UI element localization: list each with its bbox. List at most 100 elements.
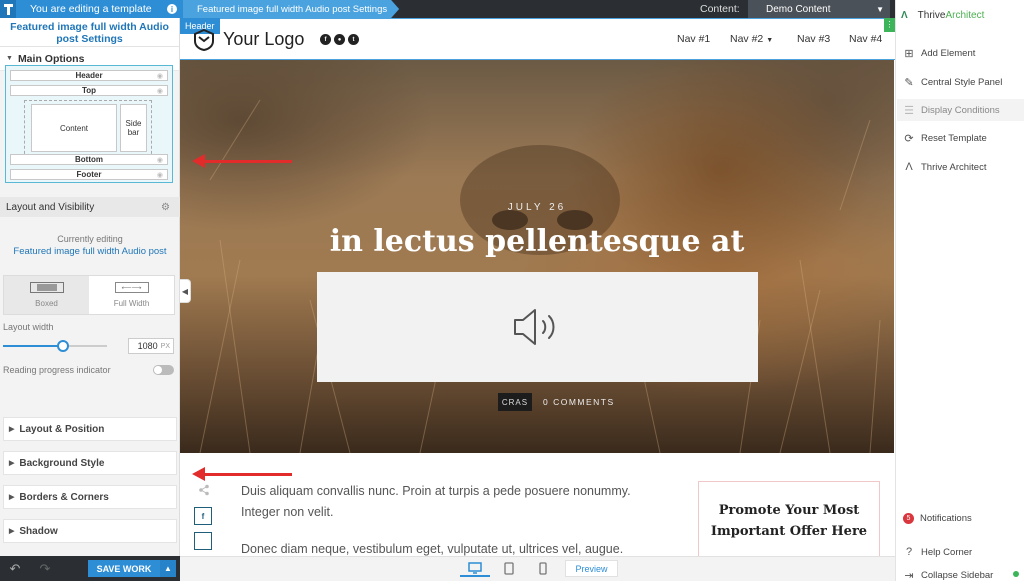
- layout-width-label: Layout width: [3, 322, 54, 332]
- save-options-chevron-icon[interactable]: ▲: [160, 560, 176, 577]
- layout-visibility-label: Layout and Visibility: [6, 201, 95, 213]
- layout-width-slider-handle[interactable]: [57, 340, 69, 352]
- post-title[interactable]: in lectus pellentesque at: [180, 224, 894, 259]
- boxed-inner-shape: [36, 284, 57, 291]
- caret-down-icon: ▼: [6, 55, 13, 62]
- section-label: Layout & Position: [19, 423, 105, 435]
- breadcrumb[interactable]: Featured image full width Audio post Set…: [183, 0, 399, 18]
- add-element-button[interactable]: ⊞ Add Element: [897, 42, 1024, 64]
- reading-progress-toggle[interactable]: [153, 365, 174, 375]
- body-paragraph[interactable]: Duis aliquam convallis nunc. Proin at tu…: [241, 481, 661, 523]
- structure-top[interactable]: Top ◉: [10, 85, 168, 96]
- layout-width-slider-fill: [3, 345, 63, 347]
- full-width-icon: ⟵⟶: [114, 282, 149, 293]
- section-label: Shadow: [19, 525, 58, 537]
- audio-element[interactable]: [317, 272, 758, 382]
- reset-icon: ⟳: [904, 132, 914, 145]
- display-conditions-button[interactable]: ☰ Display Conditions: [897, 99, 1024, 121]
- nav-item-3[interactable]: Nav #3: [797, 33, 830, 45]
- chevron-down-icon: ▼: [876, 4, 884, 14]
- eye-icon[interactable]: ◉: [157, 87, 163, 95]
- nav-item-1[interactable]: Nav #1: [677, 33, 710, 45]
- undo-icon[interactable]: ↶: [0, 561, 30, 577]
- redo-icon[interactable]: ↷: [30, 561, 60, 577]
- facebook-share-icon[interactable]: f: [194, 507, 212, 525]
- nav-item-4[interactable]: Nav #4: [849, 33, 882, 45]
- reading-progress-label: Reading progress indicator: [3, 365, 111, 375]
- display-conditions-label: Display Conditions: [921, 104, 1000, 116]
- central-style-panel-button[interactable]: ✎ Central Style Panel: [897, 71, 1024, 93]
- caret-right-icon: ▶: [9, 460, 15, 467]
- content-select[interactable]: Demo Content ▼: [748, 0, 890, 18]
- promo-box[interactable]: Promote Your Most Important Offer Here: [698, 481, 880, 559]
- twitter-icon[interactable]: t: [348, 34, 359, 45]
- central-style-panel-label: Central Style Panel: [921, 76, 1003, 88]
- layout-width-input[interactable]: 1080 PX: [128, 338, 174, 354]
- structure-header[interactable]: Header ◉: [10, 70, 168, 81]
- collapse-icon: ⇥: [904, 569, 914, 582]
- tablet-view-icon[interactable]: [494, 560, 524, 577]
- thrive-architect-button[interactable]: Λ Thrive Architect: [897, 156, 1024, 178]
- social-icons: f ● t: [320, 34, 359, 45]
- category-tag[interactable]: CRAS: [498, 393, 532, 411]
- section-layout-position[interactable]: ▶ Layout & Position: [3, 417, 177, 441]
- share-button-square[interactable]: [194, 532, 212, 550]
- nav-item-2[interactable]: Nav #2 ▼: [730, 33, 773, 45]
- eye-icon[interactable]: ◉: [157, 72, 163, 80]
- boxed-label: Boxed: [35, 299, 58, 308]
- info-icon[interactable]: i: [167, 4, 177, 14]
- comments-count[interactable]: 0 COMMENTS: [543, 397, 615, 407]
- panel-title: Featured image full width Audio post Set…: [0, 18, 179, 47]
- boxed-icon: [29, 282, 64, 293]
- structure-content-label: Content: [59, 123, 89, 133]
- section-shadow[interactable]: ▶ Shadow: [3, 519, 177, 543]
- full-width-label: Full Width: [113, 299, 150, 308]
- structure-bottom[interactable]: Bottom ◉: [10, 154, 168, 165]
- preview-button[interactable]: Preview: [565, 560, 618, 577]
- eye-icon[interactable]: ◉: [157, 156, 163, 164]
- mobile-view-icon[interactable]: [528, 560, 558, 577]
- help-corner-label: Help Corner: [921, 546, 973, 558]
- thrive-t-icon[interactable]: [0, 0, 16, 18]
- logo-text[interactable]: Your Logo: [223, 29, 304, 50]
- section-label: Borders & Corners: [19, 491, 109, 503]
- reset-template-button[interactable]: ⟳ Reset Template: [897, 127, 1024, 149]
- brand-part-2: Architect: [945, 10, 985, 21]
- help-corner-button[interactable]: ? Help Corner: [897, 541, 1024, 563]
- section-borders-corners[interactable]: ▶ Borders & Corners: [3, 485, 177, 509]
- template-structure: Header ◉ Top ◉ Content Side bar Bottom ◉ Fo…: [5, 65, 173, 183]
- status-dot: [1013, 571, 1019, 577]
- notifications-label: Notifications: [920, 512, 972, 524]
- eye-icon[interactable]: ◉: [157, 171, 163, 179]
- caret-right-icon: ▶: [9, 528, 15, 535]
- notifications-button[interactable]: 5 Notifications: [897, 507, 1024, 529]
- collapse-panel-handle[interactable]: ◀: [180, 279, 191, 303]
- help-icon: ?: [905, 546, 913, 558]
- structure-footer[interactable]: Footer ◉: [10, 169, 168, 180]
- layout-visibility-row[interactable]: Layout and Visibility ⚙: [0, 197, 180, 217]
- full-width-option[interactable]: ⟵⟶ Full Width: [89, 276, 174, 314]
- layout-width-value: 1080: [137, 341, 158, 351]
- desktop-view-icon[interactable]: [460, 560, 490, 577]
- gear-icon[interactable]: ⚙: [161, 202, 170, 213]
- layout-width-unit: PX: [160, 342, 170, 350]
- structure-bottom-label: Bottom: [75, 155, 103, 164]
- section-background-style[interactable]: ▶ Background Style: [3, 451, 177, 475]
- facebook-icon[interactable]: f: [320, 34, 331, 45]
- thrive-architect-brand: Λ Thrive Architect: [901, 10, 984, 21]
- collapse-sidebar-button[interactable]: ⇥ Collapse Sidebar: [897, 564, 1024, 586]
- save-work-button[interactable]: SAVE WORK: [88, 560, 160, 577]
- caret-right-icon: ▶: [9, 494, 15, 501]
- collapse-sidebar-label: Collapse Sidebar: [921, 569, 994, 581]
- structure-sidebar[interactable]: Side bar: [120, 104, 147, 152]
- instagram-icon[interactable]: ●: [334, 34, 345, 45]
- red-arrow-annotation: [192, 467, 292, 481]
- boxed-option[interactable]: Boxed: [4, 276, 89, 314]
- speaker-icon: [513, 309, 554, 345]
- element-menu-icon[interactable]: ⋮: [884, 18, 895, 32]
- share-icon[interactable]: [198, 484, 210, 499]
- logo-shield-icon: [193, 28, 215, 54]
- structure-content[interactable]: Content: [31, 104, 117, 152]
- thrive-architect-label: Thrive Architect: [921, 161, 987, 173]
- editing-notice: You are editing a template i: [0, 0, 183, 18]
